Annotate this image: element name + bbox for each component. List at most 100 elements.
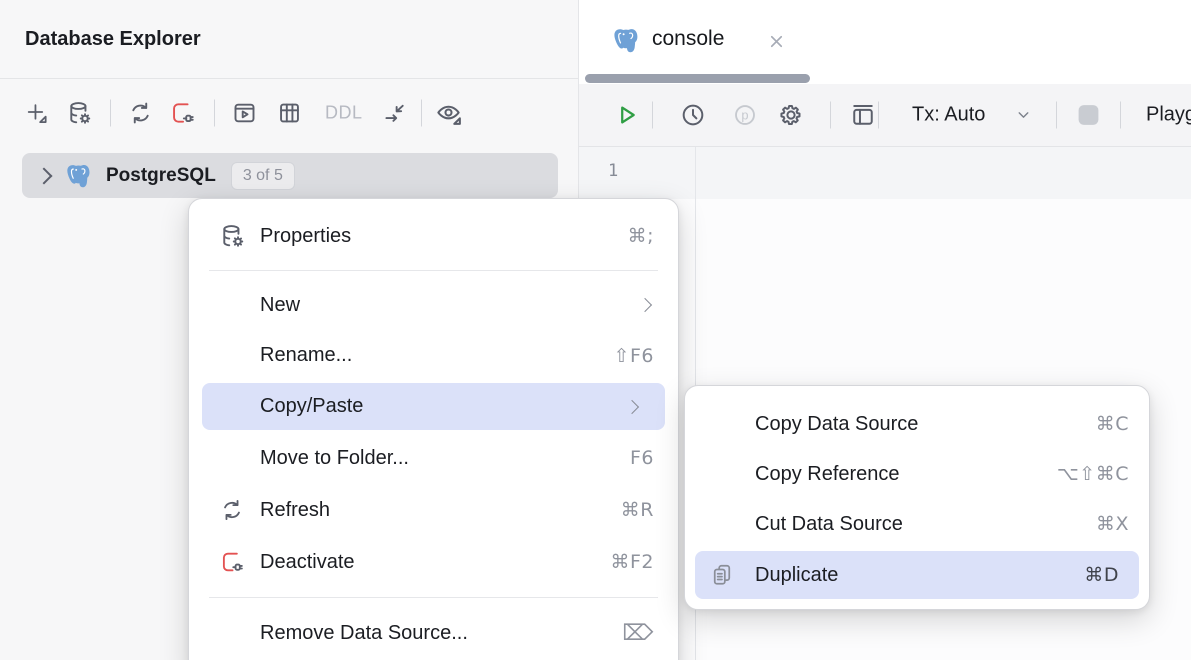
menu-item-label: Refresh [260,499,621,522]
menu-item-label: Properties [260,225,628,248]
menu-shortcut: ⌘R [621,499,654,521]
disconnect-icon [219,549,245,575]
line-number: 1 [608,161,618,181]
menu-item-label: Duplicate [755,564,1084,587]
chevron-down-icon[interactable] [1015,107,1032,124]
plus-icon [24,101,49,126]
disconnect-button[interactable] [169,100,196,127]
tab-title[interactable]: console [652,27,724,51]
context-menu: Properties ⌘; New Rename... ⇧F6 Copy/Pas… [188,198,679,660]
copy-paste-submenu: Copy Data Source ⌘C Copy Reference ⌥⇧⌘C … [684,385,1150,610]
database-explorer-toolbar: DDL [0,79,578,147]
navigate-to-ddl-button[interactable] [381,100,408,127]
tx-mode-dropdown[interactable]: Tx: Auto [912,104,985,127]
submenu-arrow-icon [625,399,639,413]
toolbar-divider [110,100,111,127]
refresh-button[interactable] [127,100,154,127]
menu-item-new[interactable]: New [189,280,678,330]
postgresql-icon [65,162,92,189]
menu-shortcut: ⌥⇧⌘C [1057,463,1129,485]
tab-close-button[interactable] [767,32,786,51]
clock-icon [679,101,707,129]
menu-item-refresh[interactable]: Refresh ⌘R [189,484,678,536]
menu-shortcut: ⌘F2 [610,551,654,573]
toolbar-divider [652,102,653,129]
refresh-icon [219,497,245,523]
view-options-button[interactable] [434,99,463,128]
menu-shortcut: ⌘C [1096,413,1129,435]
menu-separator [209,597,658,598]
console-play-icon [231,100,258,127]
menu-item-label: Move to Folder... [260,447,630,470]
menu-shortcut: ⌘D [1084,564,1119,586]
menu-item-deactivate[interactable]: Deactivate ⌘F2 [189,536,678,588]
open-table-button[interactable] [276,100,303,127]
connection-count-badge: 3 of 5 [231,162,295,190]
database-settings-icon [66,100,93,127]
menu-item-label: Cut Data Source [755,513,1096,536]
table-icon [276,100,303,127]
menu-item-move-to-folder[interactable]: Move to Folder... F6 [189,432,678,484]
duplicate-icon [709,562,735,588]
stop-button[interactable] [1076,103,1101,128]
history-button[interactable] [679,101,707,129]
menu-item-remove-data-source[interactable]: Remove Data Source... ⌦ [189,607,678,659]
menu-shortcut: ⇧F6 [614,345,654,367]
toolbar-divider [214,100,215,127]
menu-item-duplicate[interactable]: Duplicate ⌘D [695,551,1139,599]
menu-shortcut: F6 [630,447,654,469]
in-editor-results-toggle[interactable] [849,101,877,129]
query-console-button[interactable] [231,100,258,127]
tree-item-postgresql[interactable]: PostgreSQL 3 of 5 [22,153,558,198]
p-circle-icon: p [731,101,759,129]
menu-item-label: Copy Data Source [755,413,1096,436]
editor-tab-bar: console [579,0,1191,84]
menu-item-copy-reference[interactable]: Copy Reference ⌥⇧⌘C [685,449,1149,499]
menu-item-label: New [260,294,640,317]
tab-console[interactable] [612,26,640,54]
menu-shortcut-delete-icon: ⌦ [622,621,654,646]
menu-item-label: Remove Data Source... [260,622,622,645]
editor-current-line [579,147,1191,199]
menu-item-copy-paste[interactable]: Copy/Paste [202,383,665,430]
database-ide-window: Database Explorer [0,0,1191,660]
menu-item-copy-data-source[interactable]: Copy Data Source ⌘C [685,399,1149,449]
database-settings-icon [219,223,246,250]
editor-layout-icon [849,101,877,129]
eye-icon [434,99,463,128]
submenu-arrow-icon [638,298,652,312]
menu-item-properties[interactable]: Properties ⌘; [189,211,678,261]
ddl-button[interactable]: DDL [325,103,363,124]
postgresql-icon [612,26,640,54]
menu-shortcut: ⌘; [628,225,654,247]
menu-item-label: Copy/Paste [260,395,627,418]
menu-item-rename[interactable]: Rename... ⇧F6 [189,330,678,381]
playground-mode-button[interactable]: p [731,101,759,129]
toolbar-divider [878,102,879,129]
menu-separator [209,270,658,271]
disconnect-icon [169,100,196,127]
panel-title: Database Explorer [25,28,201,51]
toolbar-divider [830,102,831,129]
gear-icon [777,101,805,129]
toolbar-divider [421,100,422,127]
close-icon [767,32,786,51]
datasource-properties-button[interactable] [66,100,93,127]
menu-item-label: Deactivate [260,551,610,574]
run-button[interactable] [613,102,640,129]
console-toolbar: p Tx: Auto [579,84,1191,147]
toolbar-divider [1056,102,1057,129]
new-datasource-button[interactable] [24,101,49,126]
run-icon [613,102,640,129]
active-tab-indicator [585,74,810,83]
menu-item-label: Copy Reference [755,463,1057,486]
svg-text:p: p [741,108,748,123]
toolbar-divider [1120,102,1121,129]
menu-item-cut-data-source[interactable]: Cut Data Source ⌘X [685,499,1149,549]
jump-arrow-icon [381,100,408,127]
playground-label[interactable]: Playground [1146,104,1191,127]
settings-button[interactable] [777,101,805,129]
chevron-right-icon[interactable] [36,167,53,184]
menu-shortcut: ⌘X [1096,513,1129,535]
menu-item-label: Rename... [260,344,614,367]
